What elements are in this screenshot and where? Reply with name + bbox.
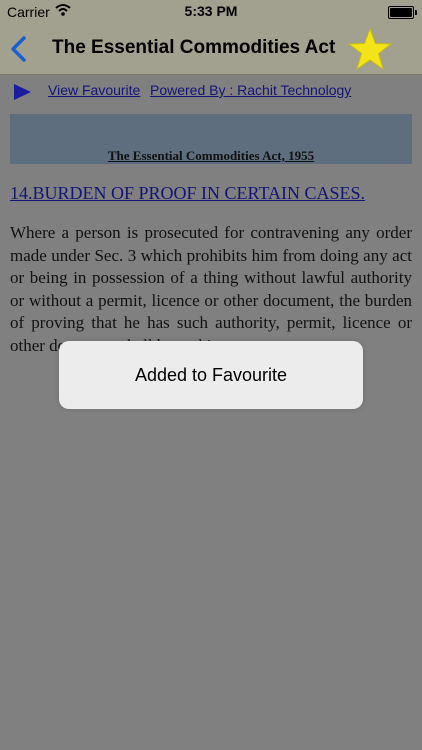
back-chevron-icon[interactable]	[8, 35, 30, 63]
navigation-bar: The Essential Commodities Act	[0, 24, 422, 75]
link-bar: View Favourite Powered By : Rachit Techn…	[0, 74, 422, 106]
status-time: 5:33 PM	[184, 3, 238, 19]
section-heading[interactable]: 14.BURDEN OF PROOF IN CERTAIN CASES.	[10, 183, 365, 204]
toast-notification: Added to Favourite	[59, 341, 363, 409]
view-favourite-link[interactable]: View Favourite	[48, 82, 140, 98]
powered-by-link[interactable]: Powered By : Rachit Technology	[150, 82, 351, 98]
play-icon[interactable]	[12, 83, 32, 101]
status-bar: Carrier 5:33 PM	[0, 0, 422, 24]
act-title: The Essential Commodities Act, 1955	[107, 148, 315, 163]
battery-icon	[388, 6, 417, 19]
toast-message: Added to Favourite	[134, 365, 288, 385]
section-body-text: Where a person is prosecuted for contrav…	[10, 223, 412, 355]
page-title: The Essential Commodities Act	[52, 37, 336, 58]
act-title-banner: The Essential Commodities Act, 1955	[10, 114, 412, 164]
favourite-star-icon[interactable]	[347, 27, 393, 71]
